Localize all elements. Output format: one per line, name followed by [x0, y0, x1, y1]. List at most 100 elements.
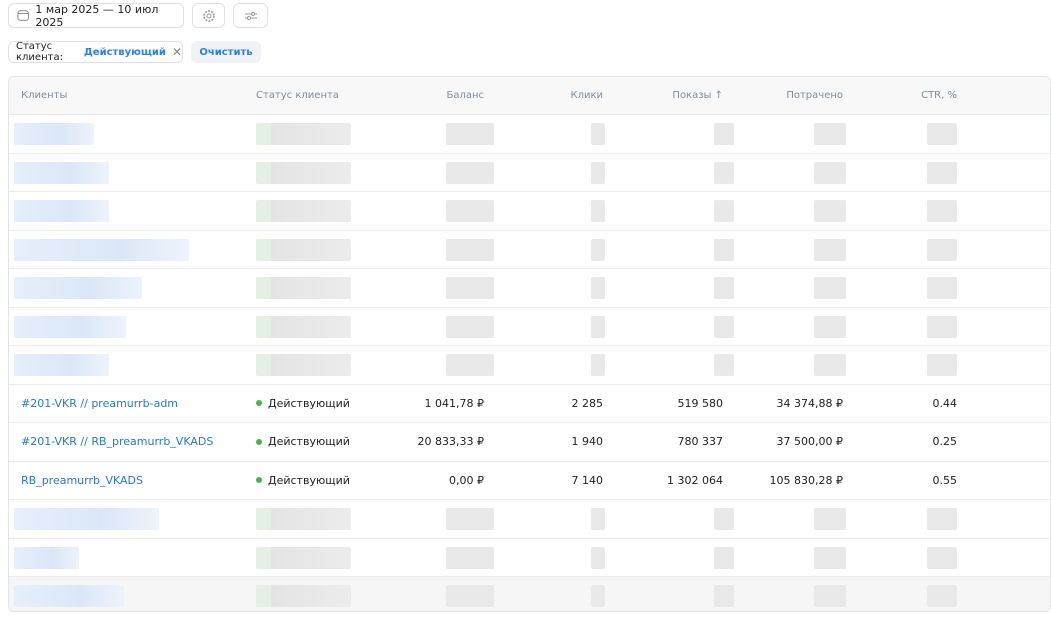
redacted-block: [446, 238, 494, 261]
col-status[interactable]: Статус клиента: [256, 77, 339, 114]
redacted-block: [256, 277, 351, 299]
redacted-block: [591, 161, 605, 184]
redacted-block: [591, 277, 605, 299]
redacted-row: [9, 269, 1050, 308]
redacted-block: [714, 123, 734, 145]
redacted-block: [14, 508, 159, 530]
redacted-block: [814, 508, 846, 530]
ctr-cell: 0.55: [932, 473, 958, 487]
status-text: Действующий: [268, 435, 350, 449]
balance-cell: 0,00 ₽: [449, 473, 484, 487]
client-link[interactable]: #201-VKR // preamurrb-adm: [21, 397, 178, 410]
clicks-cell: 7 140: [571, 473, 604, 487]
redacted-block: [714, 315, 734, 338]
table-row[interactable]: #201-VKR // preamurrb-adm Действующий 1 …: [9, 385, 1050, 423]
redacted-block: [591, 585, 605, 607]
redacted-block: [256, 238, 351, 261]
status-dot-icon: [256, 477, 262, 484]
redacted-block: [256, 546, 351, 569]
redacted-block: [927, 238, 957, 261]
redacted-block: [714, 354, 734, 376]
status-dot-icon: [256, 400, 262, 407]
ctr-cell: 0.25: [932, 435, 958, 449]
col-balance[interactable]: Баланс: [446, 77, 484, 114]
col-clients[interactable]: Клиенты: [21, 77, 67, 114]
redacted-block: [814, 200, 846, 222]
redacted-block: [927, 277, 957, 299]
redacted-block: [446, 354, 494, 376]
redacted-row: [9, 115, 1050, 154]
status-text: Действующий: [268, 396, 350, 410]
redacted-row: [9, 154, 1050, 192]
filters-button[interactable]: [233, 3, 268, 28]
ctr-cell: 0.44: [932, 396, 958, 410]
redacted-block: [256, 354, 351, 376]
redacted-block: [591, 238, 605, 261]
redacted-block: [714, 546, 734, 569]
client-link[interactable]: #201-VKR // RB_preamurrb_VKADS: [21, 435, 213, 448]
close-icon[interactable]: ✕: [172, 45, 182, 59]
redacted-block: [591, 546, 605, 569]
gear-icon: [202, 9, 215, 22]
table-row[interactable]: #201-VKR // RB_preamurrb_VKADS Действующ…: [9, 423, 1050, 462]
status-badge: Действующий: [256, 385, 350, 423]
clear-filters-button[interactable]: Очистить: [191, 41, 261, 63]
redacted-block: [591, 508, 605, 530]
redacted-block: [14, 585, 124, 607]
redacted-block: [256, 161, 351, 184]
redacted-block: [814, 354, 846, 376]
calendar-icon: [17, 10, 29, 21]
client-link[interactable]: RB_preamurrb_VKADS: [21, 474, 143, 487]
redacted-block: [14, 277, 142, 299]
redacted-block: [14, 161, 109, 184]
status-text: Действующий: [268, 473, 350, 487]
settings-button[interactable]: [192, 3, 225, 28]
redacted-block: [927, 546, 957, 569]
redacted-block: [14, 546, 79, 569]
redacted-row: [9, 308, 1050, 346]
redacted-block: [714, 508, 734, 530]
redacted-block: [814, 585, 846, 607]
redacted-block: [714, 161, 734, 184]
redacted-block: [814, 546, 846, 569]
col-ctr[interactable]: CTR, %: [921, 77, 957, 114]
sliders-icon: [244, 11, 257, 20]
table-header: Клиенты Статус клиента Баланс Клики Пока…: [9, 77, 1050, 115]
redacted-block: [256, 315, 351, 338]
redacted-block: [814, 277, 846, 299]
redacted-block: [446, 277, 494, 299]
date-range-label: 1 мар 2025 — 10 июл 2025: [35, 2, 159, 29]
redacted-block: [927, 315, 957, 338]
filter-value: Действующий: [83, 46, 166, 58]
balance-cell: 1 041,78 ₽: [424, 396, 484, 410]
redacted-row: [9, 346, 1050, 385]
redacted-block: [14, 315, 126, 338]
clicks-cell: 1 940: [571, 435, 604, 449]
col-shows[interactable]: Показы ↑: [672, 77, 723, 114]
balance-cell: 20 833,33 ₽: [417, 435, 484, 449]
redacted-block: [256, 508, 351, 530]
redacted-block: [927, 123, 957, 145]
redacted-block: [446, 585, 494, 607]
table-row[interactable]: RB_preamurrb_VKADS Действующий 0,00 ₽ 7 …: [9, 462, 1050, 500]
shows-cell: 519 580: [677, 396, 724, 410]
redacted-block: [591, 123, 605, 145]
redacted-block: [446, 161, 494, 184]
spent-cell: 37 500,00 ₽: [776, 435, 843, 449]
redacted-block: [446, 123, 494, 145]
redacted-block: [814, 315, 846, 338]
redacted-block: [927, 161, 957, 184]
clicks-cell: 2 285: [571, 396, 604, 410]
clients-table: Клиенты Статус клиента Баланс Клики Пока…: [8, 76, 1051, 612]
date-range-picker[interactable]: 1 мар 2025 — 10 июл 2025: [8, 2, 184, 29]
col-clicks[interactable]: Клики: [570, 77, 603, 114]
spent-cell: 105 830,28 ₽: [769, 473, 843, 487]
redacted-block: [591, 354, 605, 376]
redacted-block: [927, 585, 957, 607]
status-filter-chip[interactable]: Статус клиента: Действующий ✕: [8, 41, 183, 63]
redacted-block: [14, 200, 109, 222]
col-spent[interactable]: Потрачено: [786, 77, 843, 114]
redacted-block: [256, 200, 351, 222]
redacted-block: [714, 585, 734, 607]
shows-cell: 1 302 064: [667, 473, 723, 487]
